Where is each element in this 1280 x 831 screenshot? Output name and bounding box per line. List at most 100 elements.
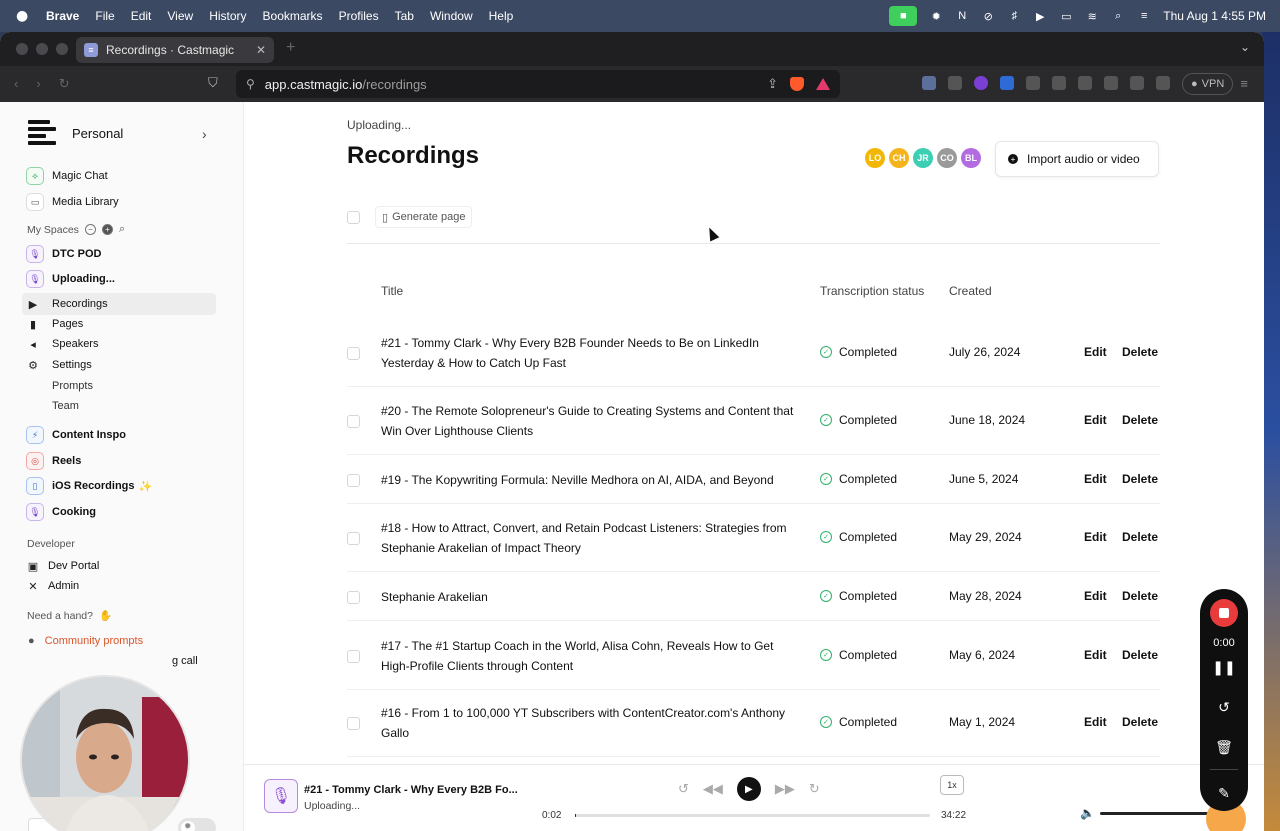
stop-recording-button[interactable] — [1210, 599, 1238, 627]
sidebar-item-team[interactable]: Team — [52, 395, 79, 417]
spotlight-search-icon[interactable]: ⌕ — [1111, 9, 1125, 23]
table-row[interactable]: #20 - The Remote Solopreneur's Guide to … — [347, 387, 1160, 455]
extension-purple-icon[interactable] — [974, 76, 988, 90]
row-checkbox[interactable] — [347, 590, 360, 604]
sidebar-item-magic-chat[interactable]: ⟡ Magic Chat — [26, 165, 108, 187]
sidebar-toggle-icon[interactable] — [1130, 76, 1144, 90]
row-checkbox[interactable] — [347, 649, 360, 663]
rewind-15-icon[interactable]: ↺ — [678, 781, 689, 797]
extension-puzzle-icon[interactable] — [1052, 76, 1066, 90]
new-tab-icon[interactable]: + — [286, 39, 295, 57]
collaborator-avatars[interactable]: LO CH JR CO BL — [865, 148, 981, 168]
recording-title[interactable]: #20 - The Remote Solopreneur's Guide to … — [381, 401, 801, 441]
generate-page-button[interactable]: ▯ Generate page — [375, 206, 473, 228]
table-row[interactable]: #16 - From 1 to 100,000 YT Subscribers w… — [347, 689, 1160, 757]
workspace-switcher[interactable]: Personal — [28, 120, 123, 146]
sidebar-item-settings[interactable]: ⚙ Settings — [26, 354, 92, 376]
table-row[interactable]: #17 - The #1 Startup Coach in the World,… — [347, 621, 1160, 690]
vpn-button[interactable]: ● VPN — [1182, 73, 1234, 95]
sidebar-item-cooking[interactable]: 🎙 Cooking — [26, 501, 96, 523]
recording-title[interactable]: #16 - From 1 to 100,000 YT Subscribers w… — [381, 703, 801, 743]
delete-button[interactable]: Delete — [1122, 715, 1158, 729]
back-icon[interactable]: ‹ — [14, 76, 18, 92]
sidebar-item-speakers[interactable]: ◂ Speakers — [26, 333, 98, 355]
extension-camera-icon[interactable] — [948, 76, 962, 90]
menu-help[interactable]: Help — [489, 9, 514, 23]
delete-button[interactable]: Delete — [1122, 413, 1158, 427]
play-button[interactable]: ▶ — [736, 777, 761, 801]
bookmark-icon[interactable]: ⛉ — [208, 75, 218, 91]
sidebar-item-dev-portal[interactable]: ▣ Dev Portal — [26, 555, 100, 577]
apple-logo-icon[interactable]: ● — [16, 8, 32, 24]
table-row[interactable]: #21 - Tommy Clark - Why Every B2B Founde… — [347, 318, 1160, 387]
community-prompts-link[interactable]: ● Community prompts — [28, 635, 143, 647]
brave-shields-icon[interactable] — [790, 77, 804, 91]
sidebar-item-pages[interactable]: ▮ Pages — [26, 313, 83, 335]
menu-tab[interactable]: Tab — [395, 9, 414, 23]
menu-view[interactable]: View — [167, 9, 193, 23]
menu-bookmarks[interactable]: Bookmarks — [263, 9, 323, 23]
menu-edit[interactable]: Edit — [131, 9, 152, 23]
column-transcription-status[interactable]: Transcription status — [820, 284, 924, 298]
player-track-title[interactable]: #21 - Tommy Clark - Why Every B2B Fo... — [304, 784, 518, 796]
menu-file[interactable]: File — [95, 9, 114, 23]
book-call-link[interactable]: g call — [172, 655, 198, 667]
sidebar-item-admin[interactable]: ✕ Admin — [26, 575, 79, 597]
edit-button[interactable]: Edit — [1084, 648, 1107, 662]
delete-button[interactable]: Delete — [1122, 589, 1158, 603]
menu-profiles[interactable]: Profiles — [339, 9, 379, 23]
pause-icon[interactable]: ❚❚ — [1200, 659, 1248, 676]
play-icon[interactable]: ▶ — [1033, 9, 1047, 23]
recording-title[interactable]: #21 - Tommy Clark - Why Every B2B Founde… — [381, 333, 801, 373]
sidebar-item-prompts[interactable]: Prompts — [52, 375, 93, 397]
menu-app-name[interactable]: Brave — [46, 9, 79, 23]
battery-icon[interactable]: ▭ — [1059, 9, 1073, 23]
menu-history[interactable]: History — [209, 9, 246, 23]
notion-icon[interactable]: N — [955, 9, 969, 23]
column-title[interactable]: Title — [381, 284, 403, 298]
volume-icon[interactable]: 🔈 — [1080, 806, 1095, 820]
sidebar-item-dtc-pod[interactable]: 🎙 DTC POD — [26, 243, 102, 265]
row-checkbox[interactable] — [347, 346, 360, 360]
progress-slider[interactable] — [575, 814, 930, 817]
extension-music-icon[interactable] — [1078, 76, 1092, 90]
sun-icon[interactable]: ✹ — [929, 9, 943, 23]
compass-icon[interactable]: ⊘ — [981, 9, 995, 23]
delete-button[interactable]: Delete — [1122, 472, 1158, 486]
theme-toggle[interactable]: ✹ — [178, 818, 216, 831]
delete-button[interactable]: Delete — [1122, 345, 1158, 359]
menu-window[interactable]: Window — [430, 9, 473, 23]
column-created[interactable]: Created — [949, 284, 992, 298]
pen-icon[interactable]: ✎ — [1200, 785, 1248, 802]
chevron-right-icon[interactable]: › — [202, 126, 207, 142]
forward-15-icon[interactable]: ↻ — [809, 781, 820, 797]
address-bar[interactable]: ⚲ app.castmagic.io/recordings ⇪ — [236, 70, 840, 98]
sidebar-item-ios-recordings[interactable]: ▯ iOS Recordings ✨ — [26, 475, 152, 497]
delete-button[interactable]: Delete — [1122, 530, 1158, 544]
sidebar-item-uploading[interactable]: 🎙 Uploading... — [26, 268, 115, 290]
row-checkbox[interactable] — [347, 532, 360, 545]
trash-icon[interactable]: 🗑 — [1200, 739, 1248, 756]
playback-speed-button[interactable]: 1x — [940, 775, 964, 795]
collapse-spaces-icon[interactable]: − — [84, 224, 96, 235]
reload-icon[interactable]: ↻ — [59, 76, 70, 92]
minimize-window-button[interactable] — [36, 43, 48, 55]
extension-book-icon[interactable] — [922, 76, 936, 90]
site-settings-icon[interactable]: ⚲ — [246, 77, 255, 91]
brave-rewards-icon[interactable] — [816, 78, 830, 90]
grid-icon[interactable]: ♯ — [1007, 9, 1021, 23]
previous-icon[interactable]: ◀◀ — [703, 781, 723, 797]
extension-download-blue-icon[interactable] — [1000, 76, 1014, 90]
row-checkbox[interactable] — [347, 415, 360, 428]
edit-button[interactable]: Edit — [1084, 530, 1107, 544]
forward-icon[interactable]: › — [36, 76, 40, 92]
next-icon[interactable]: ▶▶ — [775, 781, 795, 797]
import-audio-button[interactable]: + Import audio or video — [995, 141, 1159, 177]
add-space-icon[interactable]: + — [101, 224, 113, 235]
edit-button[interactable]: Edit — [1084, 715, 1107, 729]
zoom-window-button[interactable] — [56, 43, 68, 55]
sidebar-item-recordings[interactable]: ▶ Recordings — [22, 293, 216, 315]
table-row[interactable]: #19 - The Kopywriting Formula: Neville M… — [347, 455, 1160, 504]
menubar-clock[interactable]: Thu Aug 1 4:55 PM — [1163, 9, 1266, 23]
edit-button[interactable]: Edit — [1084, 345, 1107, 359]
